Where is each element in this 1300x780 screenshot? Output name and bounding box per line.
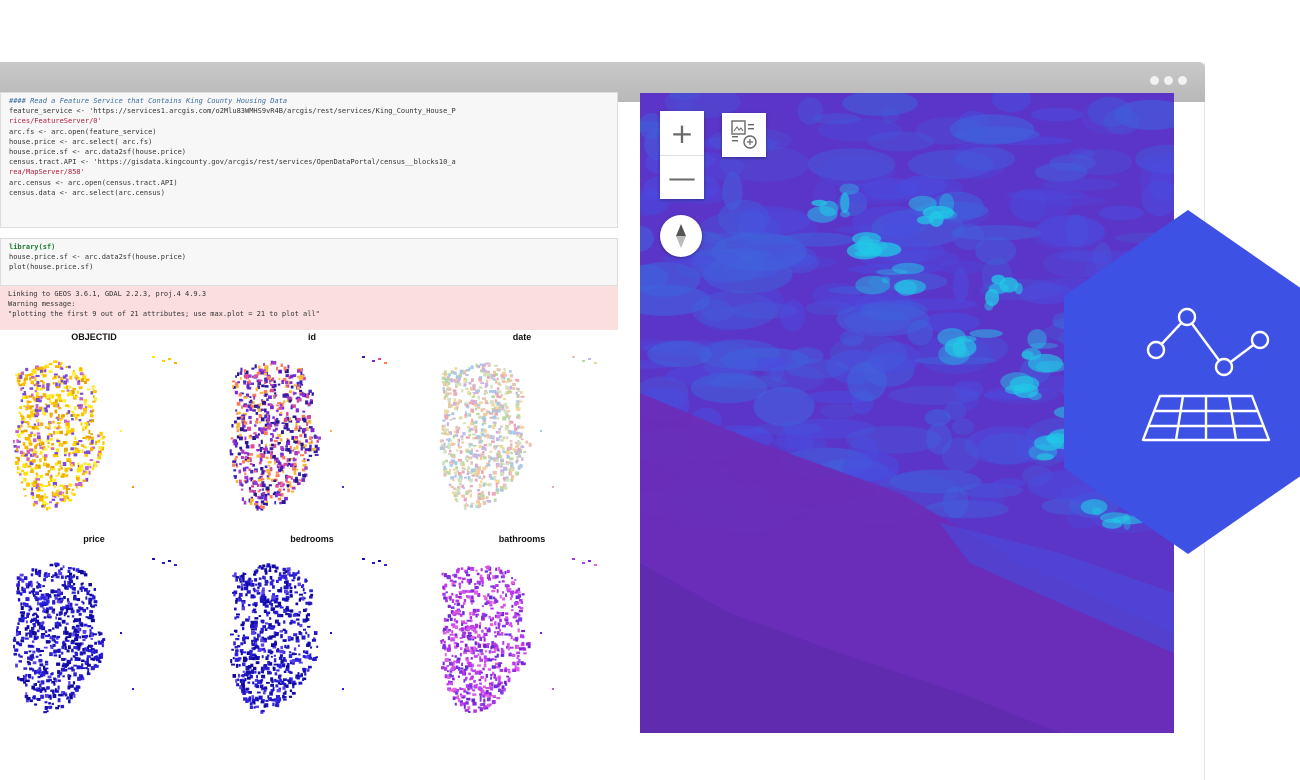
plot-title: bathrooms (498, 534, 546, 544)
plot-title: date (512, 332, 532, 342)
terrain-highlight (819, 200, 839, 217)
terrain-patch (780, 299, 806, 332)
scatter-map-plot (229, 356, 387, 511)
terrain-patch (1103, 108, 1140, 135)
terrain-highlight (1027, 329, 1047, 350)
code-line: house.price.sf <- arc.data2sf(house.pric… (9, 147, 187, 156)
terrain-highlight (985, 289, 1000, 307)
terrain-patch (690, 245, 767, 284)
scatter-map-plot (12, 558, 177, 714)
terrain-highlight (936, 210, 958, 220)
scatter-map-plot (440, 558, 597, 713)
notebook: #### Read a Feature Service that Contain… (0, 92, 620, 732)
code-line: library(sf) (9, 243, 56, 251)
zoom-out-button[interactable]: — (660, 155, 704, 199)
code-line: feature_service <- 'https://services1.ar… (9, 107, 456, 116)
plot-panel: bedrooms (212, 534, 412, 724)
scatter-map-plot (230, 558, 387, 714)
warning-line: Linking to GEOS 3.6.1, GDAL 2.2.3, proj.… (8, 290, 207, 298)
terrain-patch (926, 422, 952, 455)
code-cell-feature-service[interactable]: #### Read a Feature Service that Contain… (0, 92, 618, 228)
terrain-patch (728, 206, 811, 235)
terrain-patch (953, 380, 984, 398)
terrain-patch (1008, 187, 1073, 222)
terrain-highlight (1027, 353, 1063, 373)
plot-panel: date (422, 332, 622, 522)
terrain-highlight (891, 262, 925, 275)
terrain-patch (702, 341, 758, 380)
terrain-highlight (1034, 435, 1064, 451)
terrain-highlight (969, 329, 1003, 338)
terrain-patch (949, 141, 1008, 180)
terrain-patch (700, 299, 734, 322)
terrain-highlight (840, 192, 850, 213)
terrain-patch (915, 117, 983, 145)
terrain-highlight (1036, 453, 1054, 461)
terrain-highlight (857, 235, 874, 256)
terrain-patch (1150, 163, 1173, 203)
plot-title: id (308, 332, 316, 342)
compass-icon (676, 224, 686, 248)
terrain-patch (755, 288, 784, 312)
code-line: house.price.sf <- arc.data2sf(house.pric… (9, 253, 187, 262)
terrain-patch (797, 97, 823, 125)
scatter-map-plot (12, 356, 177, 511)
plot-grid: OBJECTID id date price bedrooms bathrooms (0, 332, 620, 732)
terrain-patch (776, 425, 810, 453)
terrain-patch (647, 341, 713, 368)
terrain-highlight (908, 195, 937, 212)
code-cell-plot[interactable]: library(sf) house.price.sf <- arc.data2sf… (0, 238, 618, 286)
terrain-highlight (916, 215, 934, 225)
terrain-patch (1030, 107, 1083, 122)
terrain-patch (906, 319, 933, 346)
plot-panel: bathrooms (422, 534, 622, 724)
warning-output: Linking to GEOS 3.6.1, GDAL 2.2.3, proj.… (0, 286, 618, 330)
zoom-controls: + — (660, 111, 704, 199)
terrain-patch (819, 404, 859, 419)
terrain-patch (944, 402, 967, 420)
plot-panel: OBJECTID (2, 332, 202, 522)
terrain-highlight (937, 328, 966, 347)
terrain-patch (762, 364, 825, 393)
warning-line: "plotting the first 9 out of 21 attribut… (8, 310, 320, 319)
plot-title: OBJECTID (71, 332, 117, 342)
code-line: rices/FeatureServer/0' (9, 117, 102, 126)
terrain-highlight (893, 279, 926, 295)
code-line: plot(house.price.sf) (9, 263, 94, 272)
page: #### Read a Feature Service that Contain… (0, 0, 1300, 780)
code-line: #### Read a Feature Service that Contain… (9, 97, 288, 105)
warning-line: Warning message: (8, 300, 76, 309)
terrain-patch (816, 154, 895, 187)
terrain-patch (821, 295, 913, 305)
code-line: house.price <- arc.select( arc.fs) (9, 137, 153, 146)
scatter-map-plot (439, 356, 597, 510)
terrain-highlight (999, 277, 1019, 293)
basemap-gallery-button[interactable] (722, 113, 766, 157)
terrain-patch (829, 334, 907, 374)
terrain-highlight (855, 275, 891, 295)
plot-panel: id (212, 332, 412, 522)
plot-title: bedrooms (290, 534, 334, 544)
terrain-highlight (839, 183, 859, 195)
compass-button[interactable] (660, 215, 702, 257)
terrain-highlight (1009, 375, 1040, 393)
more-dots-icon[interactable] (1150, 76, 1187, 85)
code-line: rea/MapServer/858' (9, 168, 85, 177)
analytics-hexagon-badge (1064, 210, 1300, 554)
code-line: census.tract.API <- 'https://gisdata.kin… (9, 158, 456, 167)
terrain-patch (951, 418, 975, 435)
hexagon-shape (1064, 210, 1300, 554)
terrain-patch (952, 223, 985, 251)
plot-panel: price (2, 534, 202, 724)
zoom-in-button[interactable]: + (660, 111, 704, 155)
terrain-patch (952, 267, 969, 303)
terrain-patch (970, 482, 1005, 512)
code-line: arc.fs <- arc.open(feature_service) (9, 127, 157, 136)
plot-title: price (83, 534, 105, 544)
code-line: arc.census <- arc.open(census.tract.API) (9, 178, 178, 187)
code-line: census.data <- arc.select(arc.census) (9, 188, 165, 197)
basemap-gallery-icon (731, 120, 757, 149)
